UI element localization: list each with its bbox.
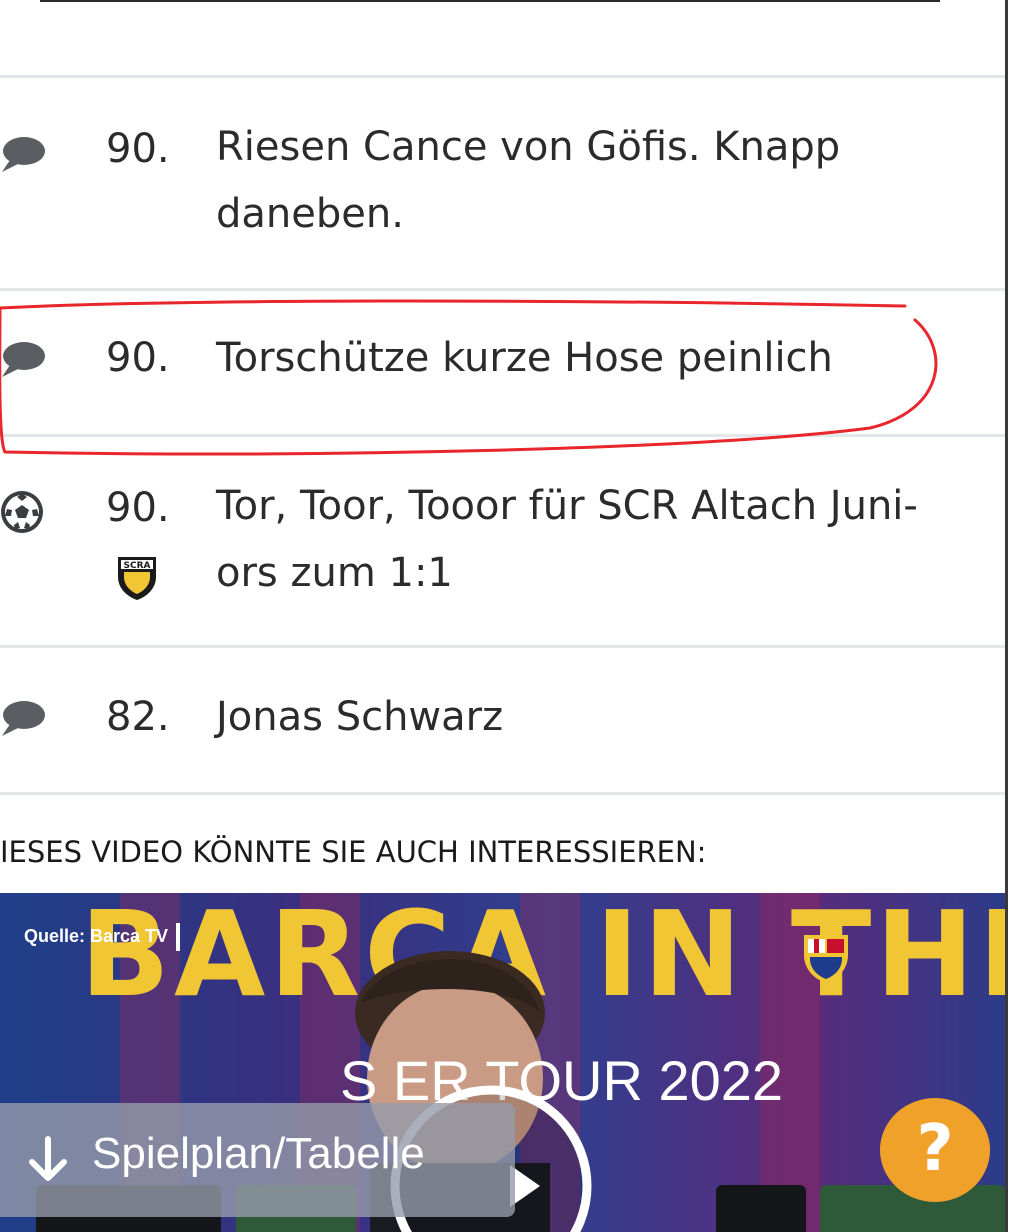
ticker-text-line: ors zum 1:1 — [216, 550, 453, 596]
spielplan-tabelle-label: Spielplan/Tabelle — [92, 1129, 425, 1178]
help-button[interactable]: ? — [880, 1098, 990, 1202]
club-crest-icon — [804, 935, 848, 983]
ticker-minute: 90. — [106, 126, 170, 172]
ticker-minute: 82. — [106, 694, 170, 740]
video-section-title: IESES VIDEO KÖNNTE SIE AUCH INTERESSIERE… — [0, 835, 707, 869]
ticker-row: 82. Jonas Schwarz — [0, 648, 1005, 792]
help-question-icon: ? — [916, 1112, 954, 1186]
video-source-label: Quelle: Barca TV — [24, 923, 181, 951]
arrow-down-icon — [29, 1136, 67, 1181]
ticker-minute: 90. — [106, 485, 170, 531]
ticker-text: Jonas Schwarz — [216, 684, 956, 751]
divider — [0, 792, 1005, 795]
video-source-text: Quelle: Barca TV — [24, 925, 169, 946]
ticker-text: Tor, Toor, Tooor für SCR Altach Juni- or… — [216, 473, 956, 607]
ticker-text-line: daneben. — [216, 191, 404, 237]
ticker-row: SCRA 90. Tor, Toor, Tooor für SCR Altach… — [0, 437, 1005, 645]
ticker-row: 90. Riesen Cance von Göfis. Knapp danebe… — [0, 78, 1005, 288]
comment-icon — [2, 137, 45, 172]
ticker-text-line: Tor, Toor, Tooor für SCR Altach Juni- — [216, 483, 918, 529]
scrollbar-edge — [1005, 0, 1025, 1232]
ticker-text: Riesen Cance von Göfis. Knapp daneben. — [216, 114, 956, 248]
top-media-edge — [40, 0, 940, 2]
soccer-ball-icon — [1, 491, 43, 533]
club-badge-icon: SCRA — [118, 557, 156, 600]
source-marker — [176, 923, 181, 951]
comment-icon — [2, 701, 45, 736]
ticker-text-line: Jonas Schwarz — [216, 694, 504, 740]
club-badge-text: SCRA — [124, 561, 151, 571]
spielplan-tabelle-button[interactable]: Spielplan/Tabelle — [0, 1103, 515, 1217]
sponsor-tile — [716, 1185, 806, 1232]
ticker-text-line: Riesen Cance von Göfis. Knapp — [216, 124, 841, 170]
